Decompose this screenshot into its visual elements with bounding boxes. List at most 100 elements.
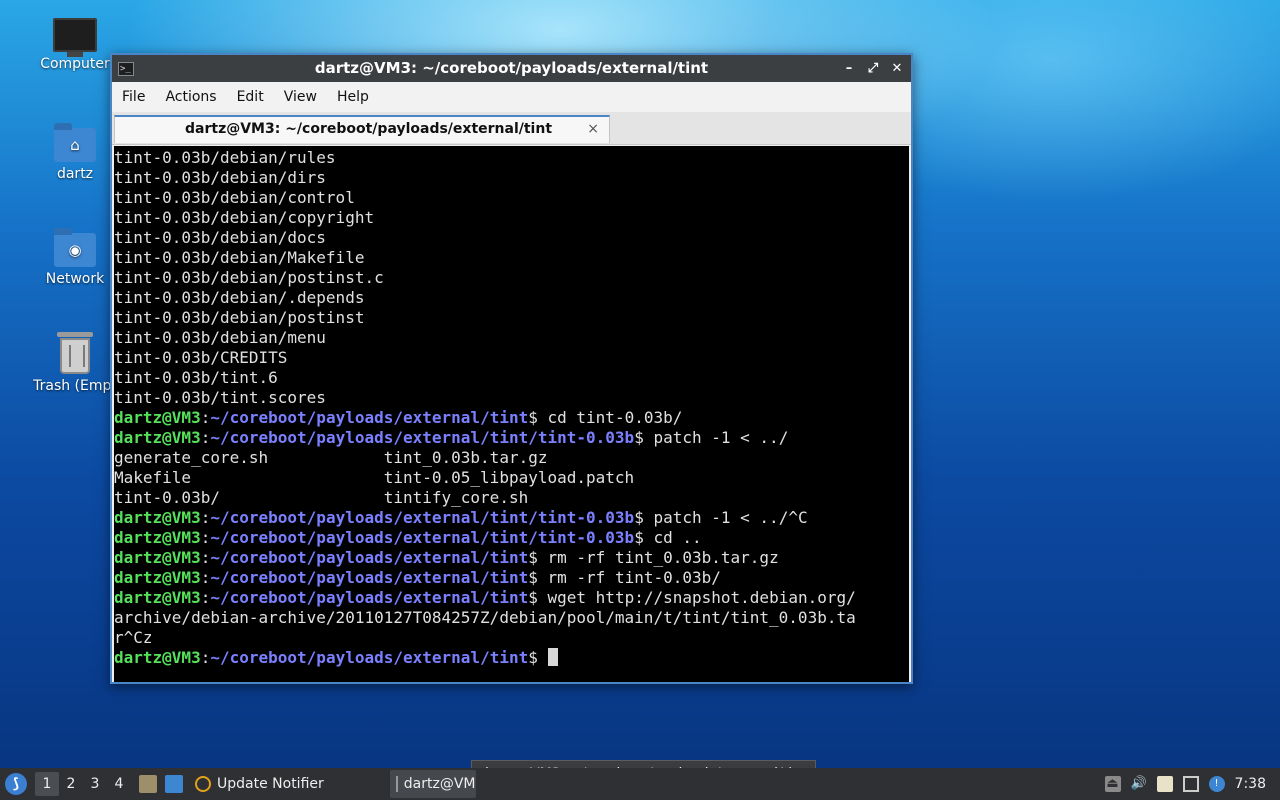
terminal-line: tint-0.03b/debian/docs bbox=[114, 228, 909, 248]
terminal-line: dartz@VM3:~/coreboot/payloads/external/t… bbox=[114, 428, 909, 448]
terminal-line: r^Cz bbox=[114, 628, 909, 648]
start-menu-icon[interactable]: ⟆ bbox=[5, 773, 27, 795]
output-text: Makefile tint-0.05_libpayload.patch bbox=[114, 468, 635, 487]
command-text: cd .. bbox=[643, 528, 702, 547]
terminal-line: archive/debian-archive/20110127T084257Z/… bbox=[114, 608, 909, 628]
terminal-line: dartz@VM3:~/coreboot/payloads/external/t… bbox=[114, 648, 909, 668]
prompt-symbol: $ bbox=[528, 648, 538, 667]
prompt-separator: : bbox=[200, 568, 211, 587]
terminal-line: tint-0.03b/ tintify_core.sh bbox=[114, 488, 909, 508]
close-button[interactable]: ✕ bbox=[889, 61, 905, 76]
terminal-line: dartz@VM3:~/coreboot/payloads/external/t… bbox=[114, 408, 909, 428]
window-titlebar[interactable]: >_ dartz@VM3: ~/coreboot/payloads/extern… bbox=[112, 55, 911, 82]
terminal-line: tint-0.03b/debian/rules bbox=[114, 148, 909, 168]
terminal-line: tint-0.03b/debian/menu bbox=[114, 328, 909, 348]
workspace-1[interactable]: 1 bbox=[35, 772, 59, 796]
volume-icon[interactable]: 🔊 bbox=[1131, 776, 1147, 792]
prompt-user: dartz@VM3 bbox=[114, 568, 201, 587]
workspace-2[interactable]: 2 bbox=[59, 772, 83, 796]
command-text: rm -rf tint-0.03b/ bbox=[537, 568, 721, 587]
taskbar: ⟆ 1 2 3 4 Update Notifier dartz@VM3: ~/c… bbox=[0, 768, 1280, 800]
terminal-line: tint-0.03b/CREDITS bbox=[114, 348, 909, 368]
update-notifier-icon bbox=[195, 776, 211, 792]
prompt-symbol: $ bbox=[634, 508, 644, 527]
workspace-switcher: 1 2 3 4 bbox=[35, 772, 131, 796]
monitor-icon[interactable] bbox=[1182, 776, 1199, 792]
output-text: tint-0.03b/debian/docs bbox=[114, 228, 326, 247]
prompt-user: dartz@VM3 bbox=[114, 588, 201, 607]
output-text: archive/debian-archive/20110127T084257Z/… bbox=[114, 608, 856, 627]
prompt-path: ~/coreboot/payloads/external/tint/tint-0… bbox=[210, 428, 635, 447]
prompt-separator: : bbox=[200, 648, 211, 667]
terminal-line: tint-0.03b/tint.6 bbox=[114, 368, 909, 388]
terminal-tab[interactable]: dartz@VM3: ~/coreboot/payloads/external/… bbox=[114, 115, 610, 143]
prompt-symbol: $ bbox=[634, 428, 644, 447]
output-text: tint-0.03b/debian/.depends bbox=[114, 288, 365, 307]
terminal-app-icon[interactable]: >_ bbox=[118, 61, 134, 76]
prompt-separator: : bbox=[200, 528, 211, 547]
workspace-4[interactable]: 4 bbox=[107, 772, 131, 796]
prompt-user: dartz@VM3 bbox=[114, 508, 201, 527]
menu-view[interactable]: View bbox=[274, 89, 327, 105]
prompt-symbol: $ bbox=[634, 528, 644, 547]
prompt-user: dartz@VM3 bbox=[114, 408, 201, 427]
menu-file[interactable]: File bbox=[112, 89, 155, 105]
task-label: dartz@VM3: ~/coreboot/payloads/external/… bbox=[403, 776, 476, 792]
terminal-line: dartz@VM3:~/coreboot/payloads/external/t… bbox=[114, 588, 909, 608]
prompt-separator: : bbox=[200, 588, 211, 607]
prompt-symbol: $ bbox=[528, 548, 538, 567]
terminal-line: Makefile tint-0.05_libpayload.patch bbox=[114, 468, 909, 488]
terminal-line: tint-0.03b/tint.scores bbox=[114, 388, 909, 408]
terminal-line: dartz@VM3:~/coreboot/payloads/external/t… bbox=[114, 508, 909, 528]
network-folder-icon: ◉ bbox=[54, 228, 96, 267]
workspace-3[interactable]: 3 bbox=[83, 772, 107, 796]
prompt-user: dartz@VM3 bbox=[114, 548, 201, 567]
tab-label: dartz@VM3: ~/coreboot/payloads/external/… bbox=[185, 121, 553, 137]
prompt-symbol: $ bbox=[528, 568, 538, 587]
output-text: tint-0.03b/debian/copyright bbox=[114, 208, 375, 227]
prompt-separator: : bbox=[200, 428, 211, 447]
terminal-line: dartz@VM3:~/coreboot/payloads/external/t… bbox=[114, 528, 909, 548]
command-text: wget http://snapshot.debian.org/ bbox=[537, 588, 856, 607]
menu-edit[interactable]: Edit bbox=[227, 89, 274, 105]
prompt-path: ~/coreboot/payloads/external/tint bbox=[210, 588, 529, 607]
terminal-window: >_ dartz@VM3: ~/coreboot/payloads/extern… bbox=[110, 53, 913, 684]
output-text: tint-0.03b/ tintify_core.sh bbox=[114, 488, 529, 507]
output-text: tint-0.03b/debian/Makefile bbox=[114, 248, 365, 267]
terminal-cursor bbox=[547, 648, 558, 666]
prompt-path: ~/coreboot/payloads/external/tint bbox=[210, 548, 529, 567]
maximize-button[interactable]: ⤢ bbox=[865, 61, 881, 76]
prompt-symbol: $ bbox=[528, 408, 538, 427]
prompt-user: dartz@VM3 bbox=[114, 648, 201, 667]
minimize-button[interactable]: – bbox=[841, 61, 857, 76]
terminal-line: generate_core.sh tint_0.03b.tar.gz bbox=[114, 448, 909, 468]
clipboard-icon[interactable] bbox=[1156, 776, 1173, 792]
output-text: tint-0.03b/debian/dirs bbox=[114, 168, 326, 187]
tab-close-icon[interactable]: × bbox=[587, 117, 599, 141]
prompt-separator: : bbox=[200, 508, 211, 527]
prompt-symbol: $ bbox=[528, 588, 538, 607]
notification-icon[interactable]: ! bbox=[1208, 776, 1225, 792]
eject-icon[interactable]: ⏏ bbox=[1104, 776, 1121, 792]
task-update-notifier[interactable]: Update Notifier bbox=[189, 770, 330, 798]
file-manager-icon[interactable] bbox=[139, 775, 157, 793]
terminal-line: tint-0.03b/debian/.depends bbox=[114, 288, 909, 308]
terminal-icon bbox=[395, 776, 398, 792]
menu-bar: File Actions Edit View Help bbox=[112, 82, 911, 112]
clock[interactable]: 7:38 bbox=[1235, 776, 1266, 792]
output-text: tint-0.03b/debian/rules bbox=[114, 148, 336, 167]
tab-bar: dartz@VM3: ~/coreboot/payloads/external/… bbox=[112, 112, 911, 145]
trash-icon bbox=[57, 332, 93, 374]
task-terminal[interactable]: dartz@VM3: ~/coreboot/payloads/external/… bbox=[389, 770, 476, 798]
home-folder-icon: ⌂ bbox=[54, 123, 96, 162]
prompt-path: ~/coreboot/payloads/external/tint/tint-0… bbox=[210, 508, 635, 527]
show-desktop-icon[interactable] bbox=[165, 775, 183, 793]
terminal-line: dartz@VM3:~/coreboot/payloads/external/t… bbox=[114, 568, 909, 588]
menu-help[interactable]: Help bbox=[327, 89, 379, 105]
menu-actions[interactable]: Actions bbox=[155, 89, 226, 105]
output-text: r^Cz bbox=[114, 628, 153, 647]
computer-icon bbox=[53, 18, 97, 57]
task-label: Update Notifier bbox=[217, 776, 324, 792]
terminal-output[interactable]: tint-0.03b/debian/rules tint-0.03b/debian… bbox=[114, 146, 909, 682]
terminal-line: dartz@VM3:~/coreboot/payloads/external/t… bbox=[114, 548, 909, 568]
